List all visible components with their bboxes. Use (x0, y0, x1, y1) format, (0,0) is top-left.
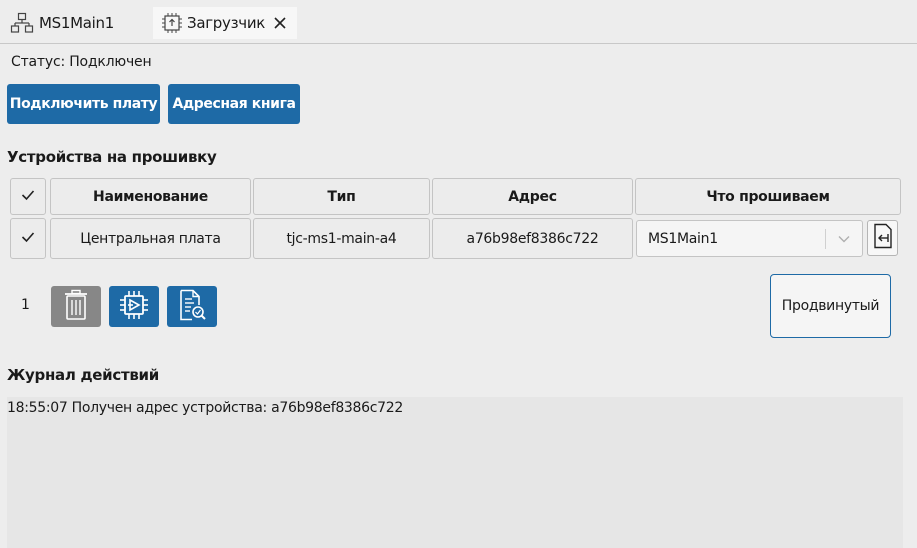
column-header-firmware[interactable]: Что прошиваем (635, 178, 901, 215)
tab-bar: MS1Main1 Загрузчик (0, 0, 917, 44)
chip-flash-icon (118, 289, 150, 325)
trash-icon (63, 289, 89, 325)
connection-status: Статус: Подключен (11, 54, 152, 70)
checkmark-icon (21, 231, 35, 247)
delete-button[interactable] (51, 286, 101, 327)
file-import-icon (873, 223, 893, 253)
tab-ms1main1[interactable]: MS1Main1 (10, 7, 148, 39)
device-type-cell: tjc-ms1-main-a4 (253, 218, 430, 259)
checkmark-icon (21, 189, 35, 205)
firmware-select[interactable]: MS1Main1 (636, 220, 863, 257)
column-header-address[interactable]: Адрес (432, 178, 633, 215)
document-search-icon (178, 289, 206, 325)
firmware-select-value: MS1Main1 (648, 230, 718, 247)
action-log: 18:55:07 Получен адрес устройства: a76b9… (7, 397, 903, 548)
advanced-button[interactable]: Продвинутый (770, 274, 891, 338)
log-entry: 18:55:07 Получен адрес устройства: a76b9… (7, 400, 403, 416)
device-name-cell: Центральная плата (50, 218, 251, 259)
address-book-button[interactable]: Адресная книга (168, 84, 300, 124)
chevron-down-icon (826, 235, 862, 243)
import-file-button[interactable] (867, 220, 898, 256)
column-header-type[interactable]: Тип (253, 178, 430, 215)
connect-board-button[interactable]: Подключить плату (7, 84, 160, 124)
device-address-cell: a76b98ef8386c722 (432, 218, 633, 259)
log-section-title: Журнал действий (7, 366, 159, 384)
select-all-checkbox[interactable] (10, 178, 46, 215)
row-checkbox[interactable] (10, 218, 46, 259)
column-header-name[interactable]: Наименование (50, 178, 251, 215)
close-icon[interactable] (273, 16, 287, 30)
tab-loader[interactable]: Загрузчик (153, 7, 297, 39)
tab-label: Загрузчик (187, 14, 266, 32)
devices-section-title: Устройства на прошивку (7, 148, 217, 166)
device-count: 1 (21, 297, 30, 313)
tab-label: MS1Main1 (39, 14, 114, 32)
network-tree-icon (10, 12, 34, 34)
flash-firmware-button[interactable] (109, 286, 159, 327)
chip-upload-icon (160, 11, 184, 35)
verify-firmware-button[interactable] (167, 286, 217, 327)
